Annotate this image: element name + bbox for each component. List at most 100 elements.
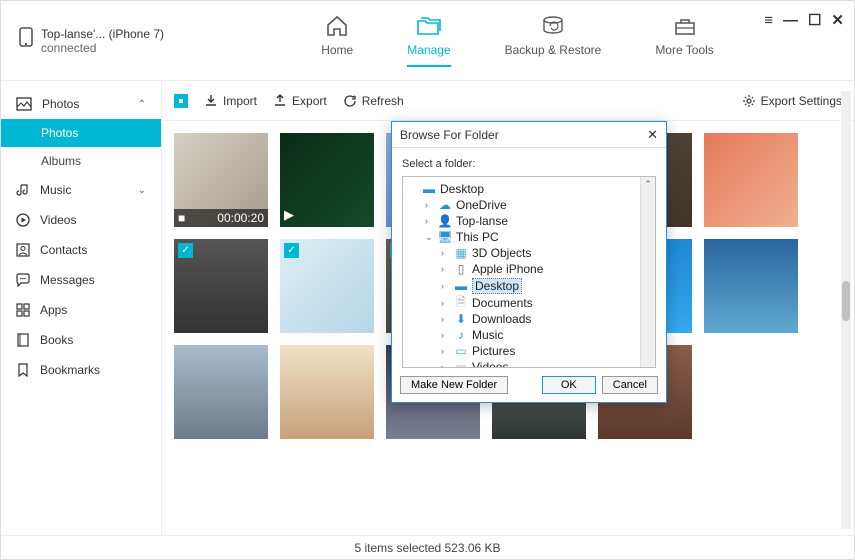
sidebar-item-photos[interactable]: Photos ⌃ (1, 89, 161, 119)
tab-manage[interactable]: Manage (407, 15, 450, 67)
tree-node[interactable]: › 👤 Top-lanse (403, 213, 655, 229)
toolbox-icon (673, 15, 697, 37)
play-overlay-icon: ▶ (284, 207, 294, 223)
sidebar-label: Music (40, 183, 71, 197)
selected-badge (284, 243, 299, 258)
export-settings-button[interactable]: Export Settings (742, 94, 842, 108)
scrollbar[interactable] (841, 91, 851, 529)
expand-arrow-icon[interactable]: › (441, 248, 450, 258)
close-button[interactable]: ✕ (831, 11, 844, 29)
pic-icon: ▭ (454, 345, 468, 357)
expand-arrow-icon[interactable]: › (425, 200, 434, 210)
thumbnail[interactable] (704, 239, 798, 333)
tree-node[interactable]: ⌄🖥This PC (403, 229, 655, 245)
duration: 00:00:20 (217, 211, 264, 225)
user-icon: 👤 (438, 215, 452, 227)
scrollbar-thumb[interactable] (842, 281, 850, 321)
thumbnail[interactable] (174, 239, 268, 333)
tree-scrollbar[interactable]: ⌃ (640, 177, 655, 367)
tree-node[interactable]: ›▭Videos (403, 359, 655, 368)
thumbnail-meta: ■ 00:00:20 (174, 209, 268, 227)
import-label: Import (223, 94, 257, 108)
expand-arrow-icon[interactable]: › (441, 362, 450, 368)
bookmark-icon (16, 363, 30, 377)
tree-node-label: This PC (456, 230, 499, 244)
sidebar-item-music[interactable]: Music ⌄ (1, 175, 161, 205)
expand-arrow-icon[interactable]: › (441, 264, 450, 274)
sidebar-item-videos[interactable]: Videos (1, 205, 161, 235)
tab-tools[interactable]: More Tools (655, 15, 713, 67)
phone-icon: ▯ (454, 263, 468, 275)
minimize-button[interactable]: — (783, 12, 798, 29)
tree-node[interactable]: ›▦3D Objects (403, 245, 655, 261)
tab-home[interactable]: Home (321, 15, 353, 67)
tree-node[interactable]: ›⬇Downloads (403, 311, 655, 327)
sidebar-sub-albums[interactable]: Albums (1, 147, 161, 175)
status-bar: 5 items selected 523.06 KB (1, 535, 854, 559)
image-icon (16, 97, 32, 111)
export-button[interactable]: Export (273, 94, 327, 108)
folder-tree[interactable]: ▬Desktop›☁OneDrive›👤Top-lanse⌄🖥This PC›▦… (402, 176, 656, 368)
thumbnail[interactable] (280, 345, 374, 439)
make-new-folder-button[interactable]: Make New Folder (400, 376, 508, 394)
nav-tabs: Home Manage Backup & Restore More Tools (199, 15, 836, 67)
cancel-button[interactable]: Cancel (602, 376, 658, 394)
sidebar-item-contacts[interactable]: Contacts (1, 235, 161, 265)
music-icon (16, 183, 30, 197)
dialog-header[interactable]: Browse For Folder ✕ (392, 122, 666, 148)
tree-node-label: Desktop (440, 182, 484, 196)
home-icon (325, 15, 349, 37)
chevron-down-icon: ⌄ (138, 185, 146, 196)
tree-node[interactable]: ›♪Music (403, 327, 655, 343)
expand-arrow-icon[interactable]: › (441, 330, 450, 340)
down-icon: ⬇ (454, 313, 468, 325)
dialog-close-icon[interactable]: ✕ (647, 127, 658, 143)
desktop-icon: ▬ (422, 183, 436, 195)
refresh-button[interactable]: Refresh (343, 94, 404, 108)
tab-backup[interactable]: Backup & Restore (505, 15, 602, 67)
thumbnail[interactable] (704, 133, 798, 227)
expand-arrow-icon[interactable]: ⌄ (425, 232, 434, 243)
tab-tools-label: More Tools (655, 43, 713, 57)
tree-node[interactable]: ›🗎Documents (403, 295, 655, 311)
tree-node[interactable]: ▬ Desktop (403, 181, 655, 197)
sidebar-item-bookmarks[interactable]: Bookmarks (1, 355, 161, 385)
select-all-checkbox[interactable] (174, 94, 188, 108)
sidebar-label: Books (40, 333, 73, 347)
expand-arrow-icon[interactable]: › (425, 216, 434, 226)
thumbnail[interactable]: ■ 00:00:20 (174, 133, 268, 227)
thumbnail[interactable]: ▶ (280, 133, 374, 227)
sidebar-item-apps[interactable]: Apps (1, 295, 161, 325)
refresh-icon (343, 94, 357, 108)
tab-home-label: Home (321, 43, 353, 57)
sidebar-item-messages[interactable]: Messages (1, 265, 161, 295)
tree-node[interactable]: › ▭ Pictures (403, 343, 655, 359)
sidebar-item-books[interactable]: Books (1, 325, 161, 355)
tab-backup-label: Backup & Restore (505, 43, 602, 57)
book-icon (16, 333, 30, 347)
tree-node[interactable]: ›☁OneDrive (403, 197, 655, 213)
device-title: Top-lanse'... (iPhone 7) (41, 27, 164, 41)
expand-arrow-icon[interactable]: › (441, 281, 450, 291)
tree-node[interactable]: ›▬Desktop (403, 277, 655, 295)
expand-arrow-icon[interactable]: › (441, 298, 450, 308)
expand-arrow-icon[interactable]: › (441, 346, 450, 356)
import-button[interactable]: Import (204, 94, 257, 108)
tree-node-label: Pictures (472, 344, 515, 358)
tree-node[interactable]: ›▯Apple iPhone (403, 261, 655, 277)
thumbnail[interactable] (280, 239, 374, 333)
tree-node-label: Top-lanse (456, 214, 508, 228)
window-controls: ≡ — ☐ ✕ (764, 11, 844, 29)
ok-button[interactable]: OK (542, 376, 596, 394)
phone-icon (19, 27, 33, 47)
contact-icon (16, 243, 30, 257)
menu-icon[interactable]: ≡ (764, 12, 773, 29)
refresh-label: Refresh (362, 94, 404, 108)
expand-arrow-icon[interactable]: › (441, 314, 450, 324)
maximize-button[interactable]: ☐ (808, 11, 821, 29)
video-icon: ■ (178, 211, 185, 225)
top-bar: Top-lanse'... (iPhone 7) connected Home … (1, 1, 854, 81)
sidebar-sub-photos[interactable]: Photos (1, 119, 161, 147)
scroll-up-icon[interactable]: ⌃ (641, 177, 655, 191)
thumbnail[interactable] (174, 345, 268, 439)
